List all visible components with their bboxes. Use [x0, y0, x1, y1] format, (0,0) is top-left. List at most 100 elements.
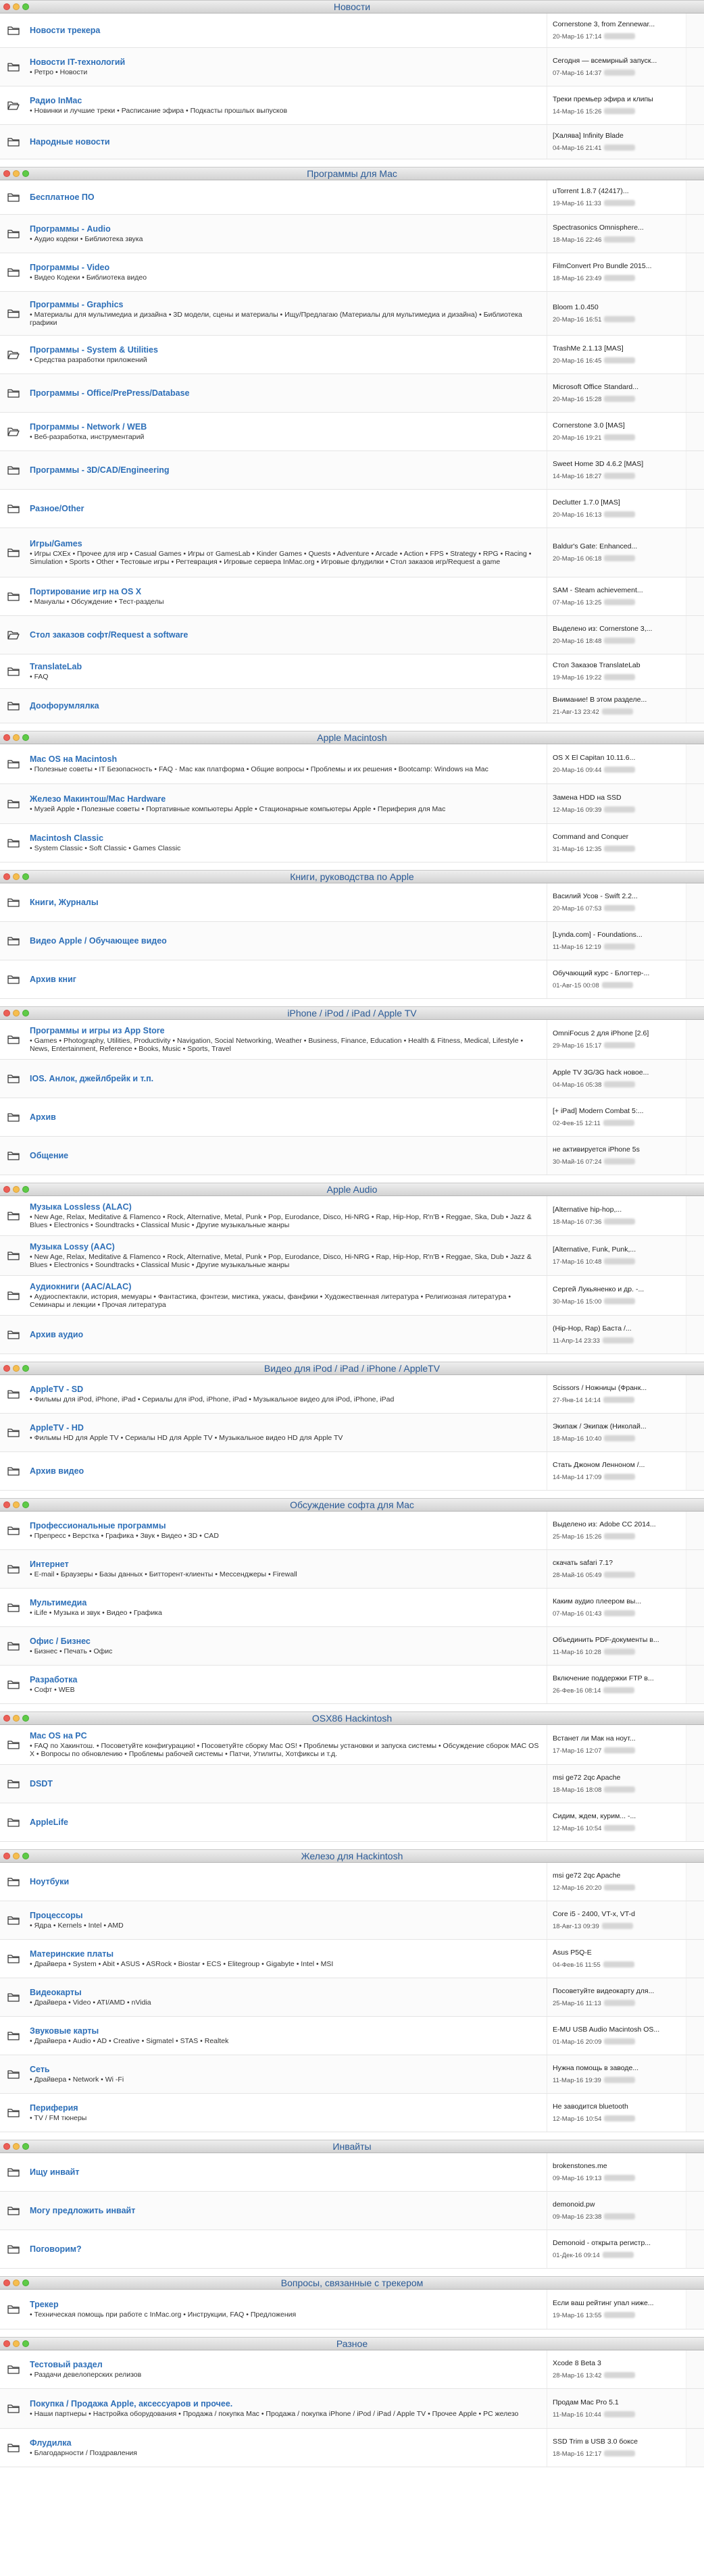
- section-title[interactable]: Новости: [334, 1, 370, 12]
- last-post-topic-link[interactable]: Sweet Home 3D 4.6.2 [MAS]: [553, 460, 685, 469]
- last-post-author-blurred[interactable]: [604, 1158, 636, 1165]
- forum-title-link[interactable]: Поговорим?: [30, 2244, 540, 2255]
- last-post-topic-link[interactable]: brokenstones.me: [553, 2162, 685, 2171]
- last-post-author-blurred[interactable]: [604, 1081, 636, 1088]
- subforum-list[interactable]: • Бизнес • Печать • Офис: [30, 1647, 540, 1655]
- forum-title-link[interactable]: Видео Apple / Обучающее видео: [30, 936, 540, 946]
- forum-title-link[interactable]: IOS. Анлок, джейлбрейк и т.п.: [30, 1074, 540, 1084]
- last-post-topic-link[interactable]: Встанет ли Мак на ноут...: [553, 1734, 685, 1743]
- last-post-topic-link[interactable]: Cornerstone 3, from Zennewar...: [553, 20, 685, 29]
- last-post-author-blurred[interactable]: [604, 2115, 636, 2122]
- forum-title-link[interactable]: Mac OS на Macintosh: [30, 754, 540, 765]
- last-post-author-blurred[interactable]: [602, 2252, 634, 2259]
- last-post-author-blurred[interactable]: [604, 2175, 636, 2182]
- subforum-list[interactable]: • New Age, Relax, Meditative & Flamenco …: [30, 1213, 540, 1229]
- subforum-list[interactable]: • Материалы для мультимедиа и дизайна • …: [30, 311, 540, 327]
- last-post-author-blurred[interactable]: [604, 236, 636, 243]
- section-header[interactable]: Книги, руководства по Apple: [0, 870, 704, 883]
- subforum-list[interactable]: • Препресс • Верстка • Графика • Звук • …: [30, 1532, 540, 1540]
- last-post-author-blurred[interactable]: [604, 108, 636, 115]
- last-post-topic-link[interactable]: Apple TV 3G/3G hack новое...: [553, 1068, 685, 1077]
- last-post-topic-link[interactable]: Scissors / Ножницы (Франк...: [553, 1384, 685, 1393]
- forum-title-link[interactable]: Программы - Network / WEB: [30, 422, 540, 432]
- last-post-author-blurred[interactable]: [604, 638, 636, 644]
- last-post-topic-link[interactable]: Нужна помощь в заводе...: [553, 2064, 685, 2073]
- section-header[interactable]: Программы для Mac: [0, 167, 704, 180]
- section-header[interactable]: Инвайты: [0, 2140, 704, 2153]
- forum-title-link[interactable]: Музыка Lossy (AAC): [30, 1242, 540, 1252]
- forum-title-link[interactable]: Игры/Games: [30, 539, 540, 549]
- forum-title-link[interactable]: Видеокарты: [30, 1988, 540, 1998]
- last-post-topic-link[interactable]: Выделено из: Adobe CC 2014...: [553, 1520, 685, 1529]
- minimize-dot-icon[interactable]: [13, 3, 20, 10]
- last-post-topic-link[interactable]: Треки премьер эфира и клипы: [553, 95, 685, 104]
- section-title[interactable]: Инвайты: [332, 2141, 371, 2152]
- forum-title-link[interactable]: Архив видео: [30, 1466, 540, 1476]
- last-post-topic-link[interactable]: Xcode 8 Beta 3: [553, 2359, 685, 2368]
- last-post-topic-link[interactable]: Microsoft Office Standard...: [553, 383, 685, 392]
- last-post-topic-link[interactable]: OmniFocus 2 для iPhone [2.6]: [553, 1029, 685, 1038]
- subforum-list[interactable]: • Средства разработки приложений: [30, 356, 540, 364]
- forum-title-link[interactable]: Доофорумлялка: [30, 701, 540, 711]
- forum-title-link[interactable]: Программы - Video: [30, 263, 540, 273]
- last-post-author-blurred[interactable]: [601, 709, 633, 715]
- last-post-author-blurred[interactable]: [604, 767, 636, 773]
- last-post-author-blurred[interactable]: [604, 473, 636, 480]
- last-post-author-blurred[interactable]: [604, 1042, 636, 1049]
- zoom-dot-icon[interactable]: [22, 170, 29, 177]
- forum-title-link[interactable]: Программы - Graphics: [30, 300, 540, 310]
- section-header[interactable]: Видео для iPod / iPad / iPhone / AppleTV: [0, 1362, 704, 1375]
- subforum-list[interactable]: • Наши партнеры • Настройка оборудования…: [30, 2410, 540, 2418]
- close-dot-icon[interactable]: [3, 1186, 10, 1193]
- zoom-dot-icon[interactable]: [22, 1365, 29, 1372]
- last-post-author-blurred[interactable]: [604, 555, 636, 562]
- section-title[interactable]: OSX86 Hackintosh: [312, 1713, 392, 1724]
- minimize-dot-icon[interactable]: [13, 2279, 20, 2286]
- last-post-author-blurred[interactable]: [603, 944, 635, 950]
- minimize-dot-icon[interactable]: [13, 1186, 20, 1193]
- last-post-topic-link[interactable]: [+ iPad] Modern Combat 5:...: [553, 1107, 685, 1116]
- forum-title-link[interactable]: Разработка: [30, 1675, 540, 1685]
- section-header[interactable]: Apple Macintosh: [0, 731, 704, 744]
- last-post-author-blurred[interactable]: [604, 1298, 636, 1305]
- last-post-topic-link[interactable]: Стать Джоном Ленноном /...: [553, 1461, 685, 1470]
- last-post-author-blurred[interactable]: [604, 2372, 636, 2379]
- forum-title-link[interactable]: TranslateLab: [30, 662, 540, 672]
- close-dot-icon[interactable]: [3, 1365, 10, 1372]
- last-post-topic-link[interactable]: uTorrent 1.8.7 (42417)...: [553, 187, 685, 196]
- section-title[interactable]: Разное: [336, 2338, 368, 2349]
- last-post-author-blurred[interactable]: [604, 1218, 636, 1225]
- subforum-list[interactable]: • Драйвера • Network • Wi -Fi: [30, 2076, 540, 2084]
- minimize-dot-icon[interactable]: [13, 1853, 20, 1859]
- last-post-author-blurred[interactable]: [604, 806, 636, 813]
- last-post-topic-link[interactable]: [Alternative hip-hop,...: [553, 1206, 685, 1214]
- last-post-topic-link[interactable]: msi ge72 2qc Apache: [553, 1774, 685, 1782]
- zoom-dot-icon[interactable]: [22, 3, 29, 10]
- last-post-author-blurred[interactable]: [603, 1687, 635, 1694]
- zoom-dot-icon[interactable]: [22, 1715, 29, 1722]
- last-post-topic-link[interactable]: TrashMe 2.1.13 [MAS]: [553, 344, 685, 353]
- forum-title-link[interactable]: Звуковые карты: [30, 2026, 540, 2036]
- last-post-topic-link[interactable]: Demonoid - открыта регистр...: [553, 2239, 685, 2248]
- minimize-dot-icon[interactable]: [13, 873, 20, 880]
- forum-title-link[interactable]: Книги, Журналы: [30, 898, 540, 908]
- last-post-topic-link[interactable]: Command and Conquer: [553, 833, 685, 842]
- last-post-topic-link[interactable]: SAM - Steam achievement...: [553, 586, 685, 595]
- forum-title-link[interactable]: Мультимедиа: [30, 1598, 540, 1608]
- forum-title-link[interactable]: AppleTV - SD: [30, 1385, 540, 1395]
- last-post-author-blurred[interactable]: [604, 511, 636, 518]
- last-post-author-blurred[interactable]: [602, 1337, 634, 1344]
- subforum-list[interactable]: • FAQ: [30, 673, 540, 681]
- last-post-topic-link[interactable]: Сегодня — всемирный запуск...: [553, 57, 685, 66]
- last-post-author-blurred[interactable]: [604, 2312, 636, 2319]
- subforum-list[interactable]: • Фильмы для iPod, iPhone, iPad • Сериал…: [30, 1395, 540, 1403]
- forum-title-link[interactable]: AppleTV - HD: [30, 1423, 540, 1433]
- forum-title-link[interactable]: DSDT: [30, 1779, 540, 1789]
- last-post-author-blurred[interactable]: [601, 1923, 633, 1930]
- section-title[interactable]: iPhone / iPod / iPad / Apple TV: [287, 1008, 416, 1019]
- zoom-dot-icon[interactable]: [22, 1853, 29, 1859]
- minimize-dot-icon[interactable]: [13, 2143, 20, 2150]
- zoom-dot-icon[interactable]: [22, 1501, 29, 1508]
- last-post-author-blurred[interactable]: [604, 1258, 636, 1265]
- last-post-author-blurred[interactable]: [604, 1884, 636, 1891]
